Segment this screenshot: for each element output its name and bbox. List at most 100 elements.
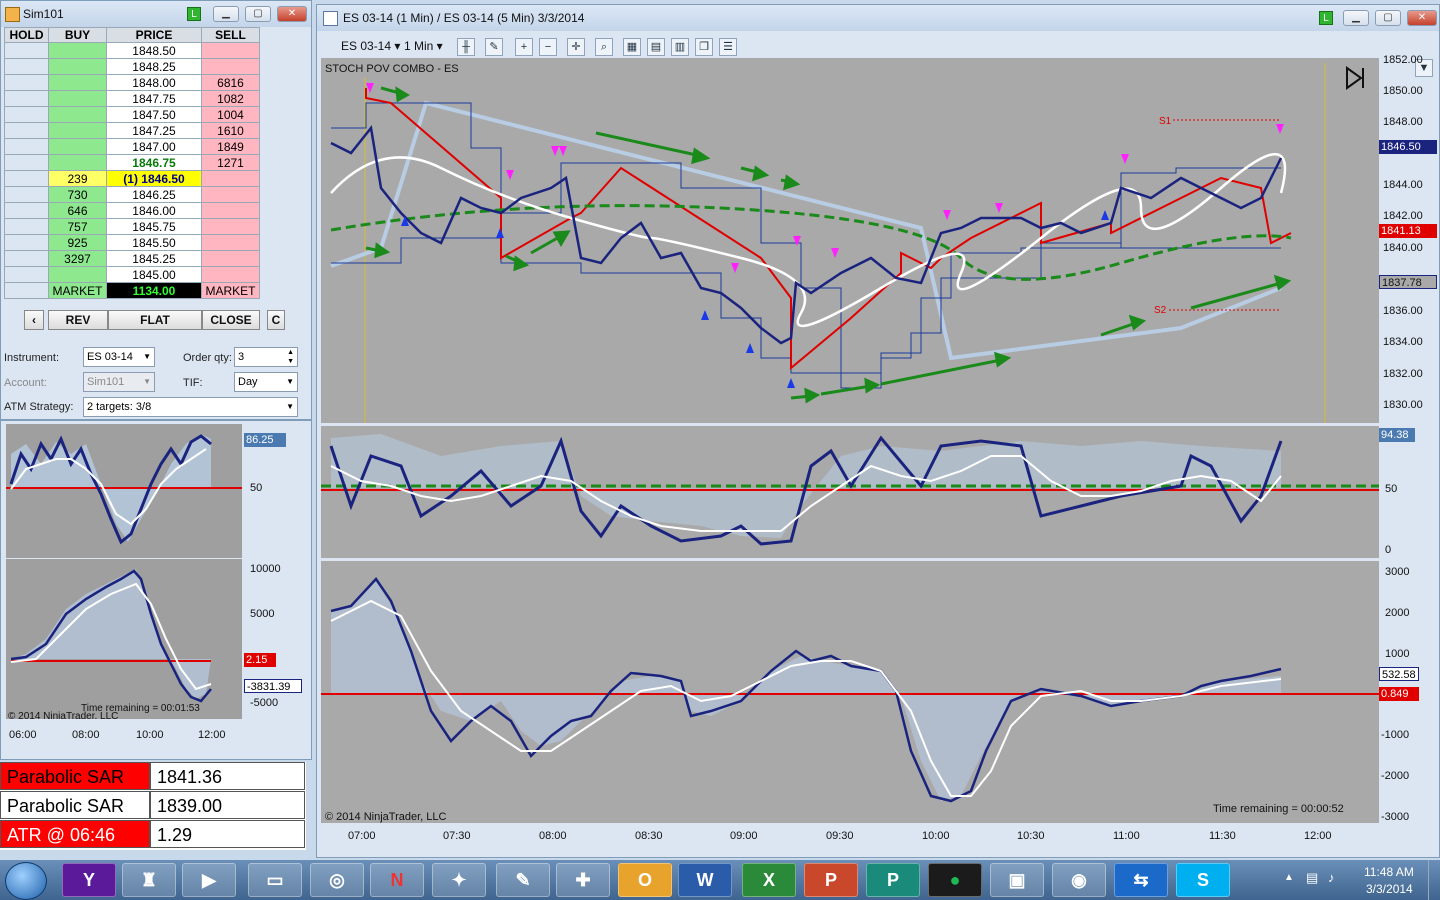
maximize-icon[interactable]: ▢ bbox=[1375, 10, 1401, 26]
zoom-in-icon[interactable]: + bbox=[515, 38, 533, 56]
chrome-icon[interactable]: ◉ bbox=[1052, 863, 1106, 897]
sell-cell[interactable] bbox=[201, 218, 260, 235]
ninjatrader-icon[interactable]: N bbox=[370, 863, 424, 897]
buy-cell[interactable]: 925 bbox=[48, 234, 107, 251]
compass-icon[interactable]: ✦ bbox=[432, 863, 486, 897]
flat-button[interactable]: FLAT bbox=[108, 310, 202, 330]
price-panel[interactable]: STOCH POV COMBO - ES S1 S2 bbox=[321, 58, 1379, 423]
chart-trader-icon[interactable]: ▥ bbox=[671, 38, 689, 56]
crosshair-icon[interactable]: ✛ bbox=[567, 38, 585, 56]
sell-cell[interactable] bbox=[201, 250, 260, 267]
atm-strategy-select[interactable]: 2 targets: 3/8 ▼ bbox=[83, 397, 298, 417]
scroll-to-end-icon[interactable] bbox=[1346, 66, 1364, 90]
teamviewer-icon[interactable]: ⇆ bbox=[1114, 863, 1168, 897]
yahoo-icon[interactable]: Y bbox=[62, 863, 116, 897]
chart-titlebar[interactable]: ES 03-14 (1 Min) / ES 03-14 (5 Min) 3/3/… bbox=[317, 5, 1439, 31]
sell-cell[interactable]: 1271 bbox=[201, 154, 260, 171]
magnifier-icon[interactable]: ⌕ bbox=[595, 38, 613, 56]
market-sell-button[interactable]: MARKET bbox=[201, 282, 260, 299]
copy-icon[interactable]: ❐ bbox=[695, 38, 713, 56]
show-desktop-button[interactable] bbox=[1428, 860, 1440, 900]
excel-icon[interactable]: X bbox=[742, 863, 796, 897]
buy-cell[interactable] bbox=[48, 42, 107, 59]
minimize-icon[interactable]: ▁ bbox=[1343, 10, 1369, 26]
sell-cell[interactable]: 1610 bbox=[201, 122, 260, 139]
buy-cell[interactable] bbox=[48, 122, 107, 139]
close-icon[interactable]: ✕ bbox=[277, 6, 307, 22]
link-badge[interactable]: L bbox=[1319, 11, 1333, 25]
time-tick: 07:30 bbox=[443, 830, 471, 842]
buy-cell[interactable] bbox=[48, 154, 107, 171]
spinner-icon[interactable]: ▲ ▼ bbox=[287, 348, 294, 366]
link-badge[interactable]: L bbox=[187, 7, 201, 21]
sell-cell[interactable] bbox=[201, 234, 260, 251]
chevron-down-icon: ▼ bbox=[286, 377, 294, 386]
sell-cell[interactable] bbox=[201, 202, 260, 219]
mini-macd-panel[interactable]: Time remaining = 00:01:53 © 2014 NinjaTr… bbox=[6, 559, 242, 722]
pencil-icon[interactable]: ✎ bbox=[485, 38, 503, 56]
instrument-dropdown[interactable]: ES 03-14 ▾ bbox=[341, 39, 400, 53]
stoch-panel[interactable] bbox=[321, 426, 1379, 558]
bar-type-icon[interactable]: ╫ bbox=[457, 38, 475, 56]
archive-icon[interactable]: ▣ bbox=[990, 863, 1044, 897]
superdom-titlebar[interactable]: Sim101 L ▁ ▢ ✕ bbox=[1, 1, 311, 27]
clock-time[interactable]: 11:48 AM bbox=[1364, 865, 1414, 879]
sell-cell[interactable] bbox=[201, 58, 260, 75]
spotify-icon[interactable]: ● bbox=[928, 863, 982, 897]
tif-select[interactable]: Day ▼ bbox=[234, 372, 298, 392]
close-position-button[interactable]: CLOSE bbox=[202, 310, 260, 330]
browser-icon[interactable]: ◎ bbox=[310, 863, 364, 897]
properties-icon[interactable]: ☰ bbox=[719, 38, 737, 56]
zoom-out-icon[interactable]: − bbox=[539, 38, 557, 56]
buy-cell[interactable]: 239 bbox=[48, 170, 107, 187]
media-player-icon[interactable]: ▶ bbox=[182, 863, 236, 897]
file-explorer-icon[interactable]: ▭ bbox=[248, 863, 302, 897]
sell-cell[interactable]: 1082 bbox=[201, 90, 260, 107]
buy-cell[interactable] bbox=[48, 58, 107, 75]
reverse-button[interactable]: REV bbox=[48, 310, 108, 330]
volume-icon[interactable]: ♪ bbox=[1328, 870, 1335, 885]
sell-cell[interactable]: 1849 bbox=[201, 138, 260, 155]
mini-stoch-panel[interactable] bbox=[6, 424, 242, 558]
publisher-icon[interactable]: P bbox=[866, 863, 920, 897]
sell-cell[interactable]: 6816 bbox=[201, 74, 260, 91]
strategies-icon[interactable]: ▤ bbox=[647, 38, 665, 56]
tray-arrow-icon[interactable]: ▲ bbox=[1284, 872, 1294, 883]
sell-cell[interactable] bbox=[201, 42, 260, 59]
close-icon[interactable]: ✕ bbox=[1407, 10, 1437, 26]
word-icon[interactable]: W bbox=[678, 863, 732, 897]
powerpoint-icon[interactable]: P bbox=[804, 863, 858, 897]
buy-cell[interactable]: 646 bbox=[48, 202, 107, 219]
indicators-icon[interactable]: ▦ bbox=[623, 38, 641, 56]
buy-cell[interactable] bbox=[48, 90, 107, 107]
buy-cell[interactable]: 3297 bbox=[48, 250, 107, 267]
sell-cell[interactable] bbox=[201, 186, 260, 203]
buy-cell[interactable]: 730 bbox=[48, 186, 107, 203]
market-buy-button[interactable]: MARKET bbox=[48, 282, 107, 299]
network-icon[interactable]: ▤ bbox=[1306, 870, 1318, 886]
outlook-icon[interactable]: O bbox=[618, 863, 672, 897]
minimize-icon[interactable]: ▁ bbox=[213, 6, 239, 22]
interval-dropdown[interactable]: 1 Min ▾ bbox=[404, 39, 443, 53]
sell-cell[interactable] bbox=[201, 170, 260, 187]
buy-cell[interactable] bbox=[48, 266, 107, 283]
buy-cell[interactable]: 757 bbox=[48, 218, 107, 235]
maximize-icon[interactable]: ▢ bbox=[245, 6, 271, 22]
sell-cell[interactable] bbox=[201, 266, 260, 283]
instrument-select[interactable]: ES 03-14 ▼ bbox=[83, 347, 155, 367]
start-orb-icon[interactable] bbox=[5, 862, 47, 900]
macd-panel[interactable]: © 2014 NinjaTrader, LLC Time remaining =… bbox=[321, 561, 1379, 823]
sell-cell[interactable]: 1004 bbox=[201, 106, 260, 123]
buy-cell[interactable] bbox=[48, 106, 107, 123]
center-button[interactable]: C bbox=[267, 310, 285, 330]
order-qty-stepper[interactable]: 3 ▲ ▼ bbox=[234, 347, 298, 367]
chart-time-remaining: Time remaining = 00:00:52 bbox=[1213, 803, 1344, 815]
game-icon[interactable]: ♜ bbox=[122, 863, 176, 897]
puzzle-icon[interactable]: ✚ bbox=[556, 863, 610, 897]
buy-cell[interactable] bbox=[48, 74, 107, 91]
notes-icon[interactable]: ✎ bbox=[496, 863, 550, 897]
buy-cell[interactable] bbox=[48, 138, 107, 155]
clock-date[interactable]: 3/3/2014 bbox=[1366, 882, 1413, 896]
scroll-left-button[interactable]: ‹ bbox=[24, 310, 44, 330]
skype-icon[interactable]: S bbox=[1176, 863, 1230, 897]
